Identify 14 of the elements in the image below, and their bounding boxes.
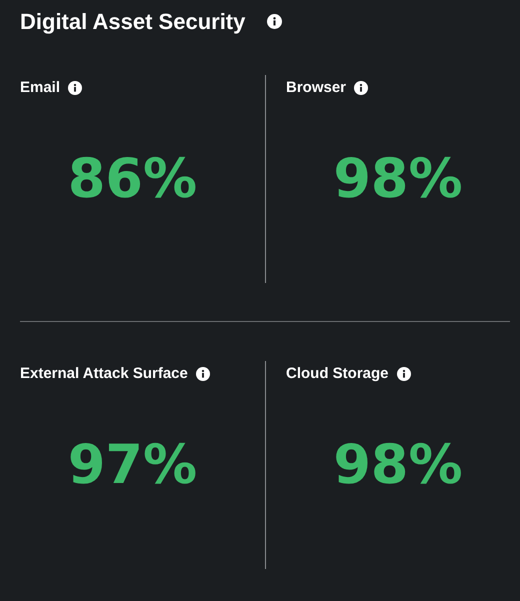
info-icon[interactable]: [396, 366, 411, 380]
metric-value: 86%: [68, 147, 198, 210]
info-icon[interactable]: [354, 80, 368, 94]
metric-value: 98%: [333, 147, 463, 210]
info-icon[interactable]: [196, 366, 210, 380]
info-icon[interactable]: [267, 14, 282, 29]
section-title: Digital Asset Security: [20, 8, 246, 34]
metric-value: 97%: [68, 433, 198, 496]
metric-label: Email: [20, 79, 60, 96]
metric-label: Browser: [286, 79, 346, 96]
metric-label: Cloud Storage: [286, 365, 389, 382]
metric-label: External Attack Surface: [20, 365, 188, 382]
info-icon[interactable]: [68, 80, 82, 94]
metric-value: 98%: [333, 433, 463, 496]
